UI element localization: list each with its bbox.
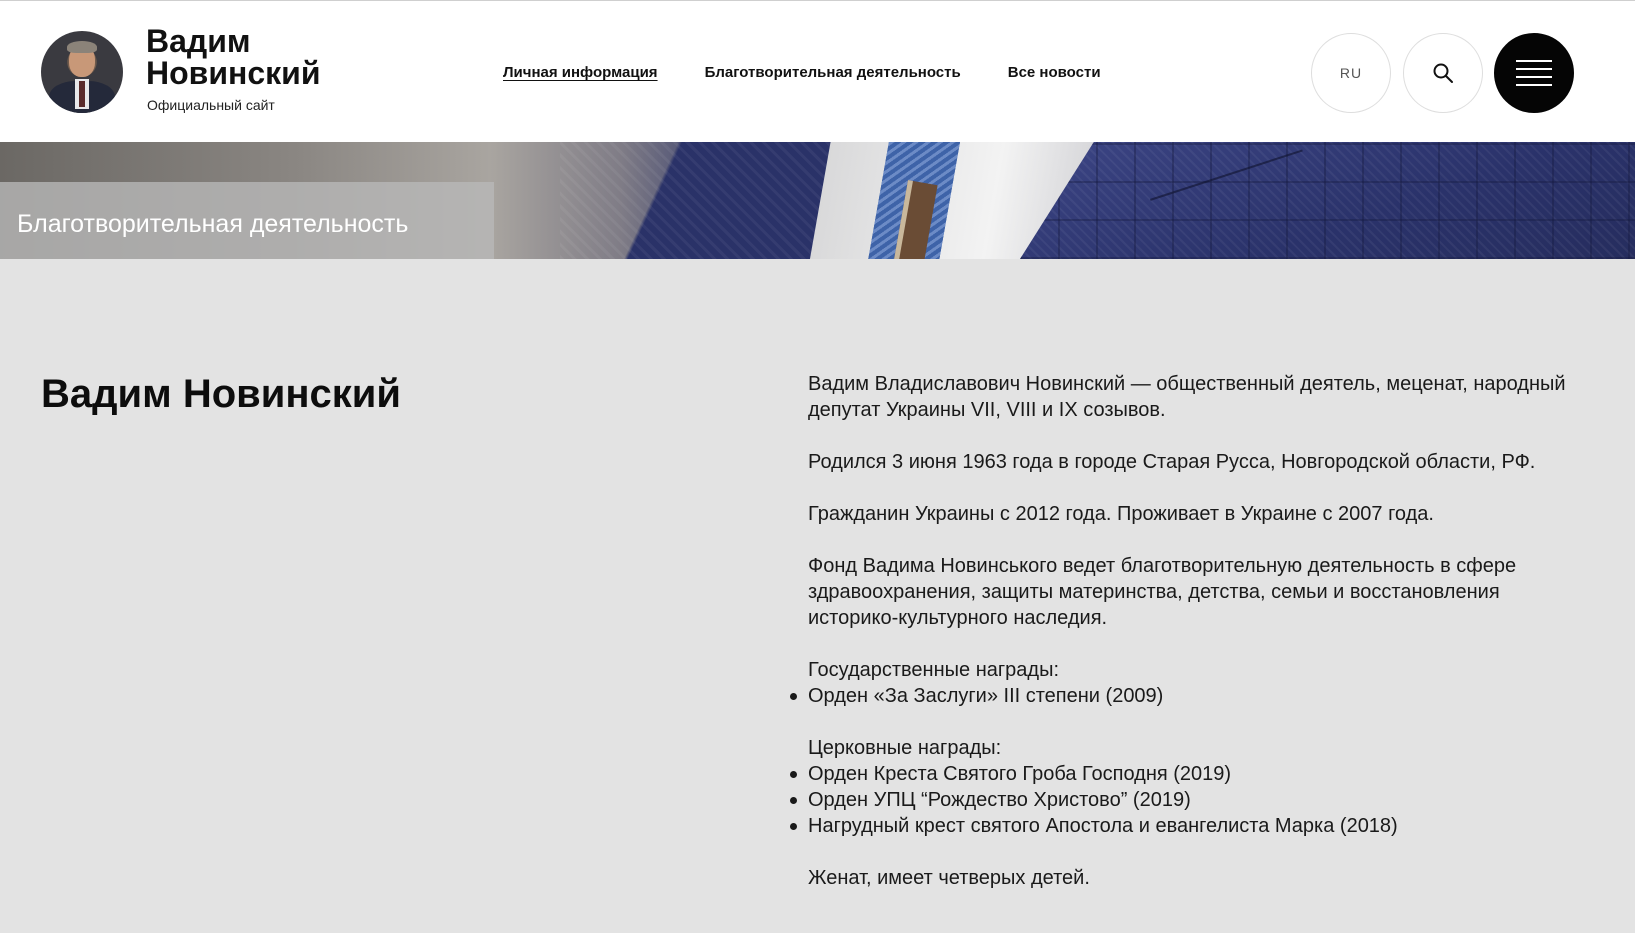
page-title: Вадим Новинский bbox=[41, 372, 401, 416]
church-awards-list: Орден Креста Святого Гроба Господня (201… bbox=[790, 761, 1568, 839]
language-label: RU bbox=[1339, 65, 1363, 81]
state-awards-heading: Государственные награды: bbox=[808, 659, 1060, 681]
church-awards-heading: Церковные награды: bbox=[808, 737, 1002, 759]
nav-item-charity[interactable]: Благотворительная деятельность bbox=[705, 64, 961, 81]
search-button[interactable] bbox=[1403, 33, 1483, 113]
nav-item-personal-info[interactable]: Личная информация bbox=[503, 64, 658, 81]
list-item: Орден УПЦ “Рождество Христово” (2019) bbox=[790, 787, 1568, 813]
site-header: Вадим Новинский Официальный сайт Личная … bbox=[0, 0, 1635, 142]
main-nav: Личная информация Благотворительная деят… bbox=[503, 64, 1101, 81]
banner-photo-jacket-right bbox=[1020, 142, 1635, 259]
state-awards-list: Орден «За Заслуги» III степени (2009) bbox=[790, 683, 1568, 709]
search-icon bbox=[1433, 63, 1453, 83]
list-item: Орден Креста Святого Гроба Господня (201… bbox=[790, 761, 1568, 787]
list-item: Нагрудный крест святого Апостола и еванг… bbox=[790, 813, 1568, 839]
menu-button[interactable] bbox=[1494, 33, 1574, 113]
nav-item-all-news[interactable]: Все новости bbox=[1008, 64, 1101, 81]
banner-title: Благотворительная деятельность bbox=[17, 210, 409, 238]
logo-name[interactable]: Вадим Новинский bbox=[146, 25, 346, 89]
logo-avatar[interactable] bbox=[41, 31, 123, 113]
biography: Вадим Владиславович Новинский — обществе… bbox=[790, 371, 1568, 917]
banner-title-box: Благотворительная деятельность bbox=[0, 182, 494, 259]
language-button[interactable]: RU bbox=[1311, 33, 1391, 113]
bio-paragraph: Гражданин Украины с 2012 года. Проживает… bbox=[808, 503, 1434, 525]
bio-paragraph: Фонд Вадима Новинського ведет благотвори… bbox=[808, 555, 1517, 629]
list-item: Орден «За Заслуги» III степени (2009) bbox=[790, 683, 1568, 709]
bio-paragraph: Женат, имеет четверых детей. bbox=[808, 867, 1090, 889]
hero-banner: Благотворительная деятельность bbox=[0, 142, 1635, 259]
logo-subtitle: Официальный сайт bbox=[147, 97, 275, 113]
bio-paragraph: Вадим Владиславович Новинский — обществе… bbox=[808, 373, 1566, 421]
bio-paragraph: Родился 3 июня 1963 года в городе Старая… bbox=[808, 451, 1536, 473]
hamburger-icon bbox=[1516, 60, 1552, 86]
